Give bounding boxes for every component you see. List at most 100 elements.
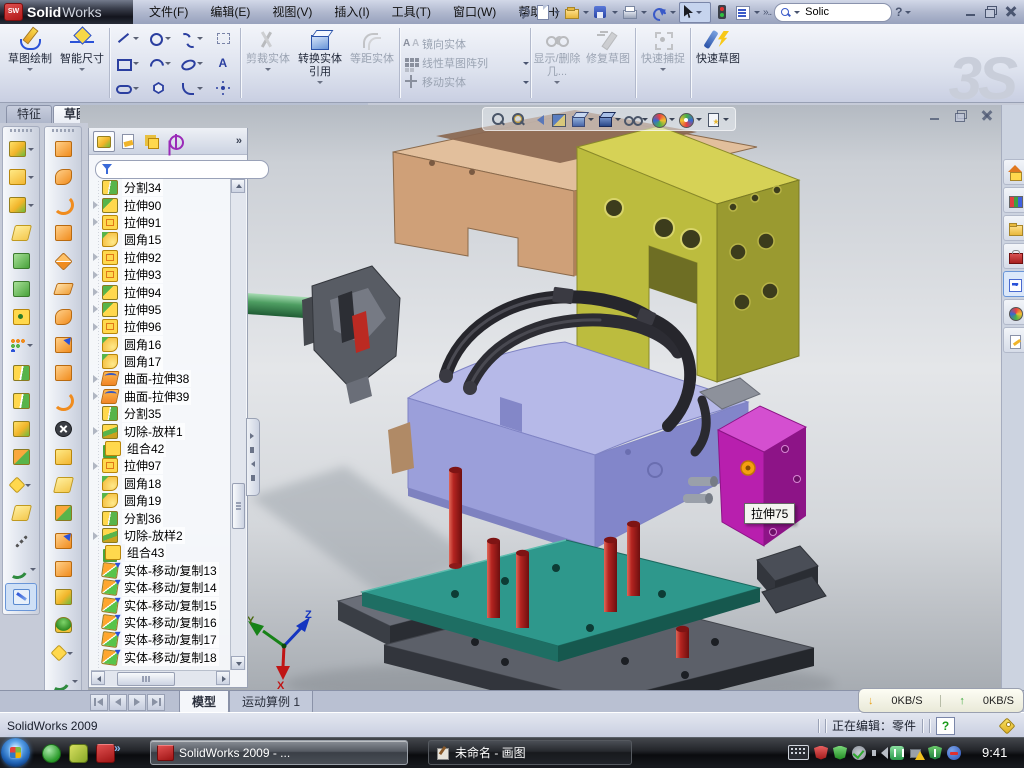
tag-icon[interactable] — [999, 718, 1014, 733]
new-document-icon[interactable] — [534, 4, 551, 20]
repair-sketch-button[interactable]: 修复草图 — [582, 24, 634, 102]
sketch-entity-button[interactable] — [175, 26, 207, 51]
feature-tool-button[interactable] — [5, 359, 37, 387]
tree-vertical-scrollbar[interactable] — [230, 179, 246, 670]
doc-minimize-button[interactable] — [926, 108, 944, 123]
shield-green-icon[interactable] — [833, 746, 847, 760]
first-tab-icon[interactable] — [90, 694, 108, 711]
feature-tool-button[interactable] — [5, 443, 37, 471]
tree-horizontal-scrollbar[interactable] — [91, 670, 230, 686]
tree-item[interactable]: 拉伸96 — [91, 318, 231, 335]
next-tab-icon[interactable] — [128, 694, 146, 711]
tool-dropdown-icon[interactable] — [67, 652, 73, 655]
chevron-right-icon[interactable]: » — [236, 135, 243, 147]
tree-item[interactable]: 圆角16 — [91, 336, 231, 353]
task-pane-tab[interactable] — [1003, 327, 1024, 353]
open-icon[interactable] — [563, 4, 580, 20]
sketch-entity-button[interactable] — [143, 76, 175, 101]
menu-item[interactable]: 工具(T) — [381, 0, 442, 24]
study-tab[interactable]: 模型 — [179, 691, 229, 714]
entity-dropdown-icon[interactable] — [165, 37, 171, 40]
menu-item[interactable]: 插入(I) — [323, 0, 380, 24]
view-tool-dropdown-icon[interactable] — [588, 118, 594, 121]
tree-item[interactable]: 曲面-拉伸39 — [91, 388, 231, 405]
mirror-entities-button[interactable]: 镜向实体 — [401, 36, 529, 52]
surface-tool-button[interactable] — [47, 527, 79, 555]
tree-item[interactable]: 拉伸90 — [91, 196, 231, 213]
surface-tool-button[interactable] — [47, 415, 79, 443]
smart-dimension-dropdown-icon[interactable] — [79, 68, 85, 71]
search-dropdown-icon[interactable] — [794, 11, 800, 14]
tree-item[interactable]: 实体-移动/复制13 — [91, 562, 231, 579]
feature-tool-button[interactable] — [5, 415, 37, 443]
tool-dropdown-icon[interactable] — [72, 680, 78, 683]
sketch-entity-button[interactable] — [175, 51, 207, 76]
move-entities-button[interactable]: 移动实体 — [401, 74, 529, 90]
view-tool-button[interactable] — [623, 111, 648, 128]
feature-tool-button[interactable] — [5, 303, 37, 331]
restore-button[interactable] — [982, 4, 1000, 19]
feature-tool-button[interactable] — [5, 163, 37, 191]
tool-dropdown-icon[interactable] — [27, 344, 33, 347]
expand-arrow-icon[interactable] — [92, 462, 101, 470]
last-tab-icon[interactable] — [147, 694, 165, 711]
messenger-icon[interactable] — [42, 744, 61, 763]
task-pane-tab[interactable] — [1003, 215, 1024, 241]
quick-launch-chevron[interactable]: » — [114, 741, 121, 755]
expand-arrow-icon[interactable] — [92, 253, 101, 261]
usb-device-icon[interactable] — [890, 746, 904, 760]
configurationmanager-icon[interactable] — [141, 131, 163, 152]
shield-plus-icon[interactable] — [928, 746, 942, 760]
display-delete-relations-button[interactable]: 显示/删除几... — [532, 24, 582, 102]
propertymanager-icon[interactable] — [117, 131, 139, 152]
volume-icon[interactable] — [871, 746, 885, 760]
tree-item[interactable]: 圆角17 — [91, 353, 231, 370]
previous-tab-icon[interactable] — [109, 694, 127, 711]
view-tool-dropdown-icon[interactable] — [669, 118, 675, 121]
scroll-right-icon[interactable] — [216, 671, 230, 685]
status-busy-icon[interactable] — [947, 746, 961, 760]
feature-tool-button[interactable] — [5, 583, 37, 611]
view-tool-button[interactable] — [596, 111, 621, 128]
tree-item[interactable]: 切除-放样1 — [91, 422, 231, 439]
save-icon[interactable] — [592, 4, 609, 20]
surface-tool-button[interactable] — [47, 135, 79, 163]
tool-dropdown-icon[interactable] — [28, 148, 34, 151]
search-box[interactable] — [774, 3, 892, 22]
network-speed-widget[interactable]: ↓ 0KB/S ↑ 0KB/S — [858, 688, 1024, 713]
expand-arrow-icon[interactable] — [92, 201, 101, 209]
task-pane-tab[interactable] — [1003, 299, 1024, 325]
trim-entities-button[interactable]: 剪裁实体 — [242, 24, 294, 102]
surface-tool-button[interactable] — [47, 499, 79, 527]
scroll-up-icon[interactable] — [231, 179, 245, 193]
sketch-entity-button[interactable] — [111, 76, 143, 101]
scrollbar-thumb[interactable] — [232, 483, 245, 529]
feature-tool-button[interactable] — [5, 219, 37, 247]
tree-item[interactable]: 拉伸93 — [91, 266, 231, 283]
pin-icon[interactable] — [514, 4, 531, 20]
doc-close-button[interactable] — [978, 108, 996, 123]
study-tab[interactable]: 运动算例 1 — [229, 691, 313, 714]
entity-dropdown-icon[interactable] — [133, 87, 139, 90]
entity-dropdown-icon[interactable] — [197, 87, 203, 90]
sketch-button[interactable]: 草图绘制 — [4, 24, 56, 102]
feature-tool-button[interactable] — [5, 135, 37, 163]
expand-arrow-icon[interactable] — [92, 427, 101, 435]
sketch-entity-button[interactable] — [175, 76, 207, 101]
task-pane-tab[interactable] — [1003, 159, 1024, 185]
surface-tool-button[interactable] — [47, 219, 79, 247]
scroll-left-icon[interactable] — [91, 671, 105, 685]
tree-item[interactable]: 圆角19 — [91, 492, 231, 509]
menu-item[interactable]: 窗口(W) — [442, 0, 507, 24]
feature-tool-button[interactable] — [5, 331, 37, 359]
sketch-entity-button[interactable] — [207, 51, 239, 76]
convert-entities-button[interactable]: 转换实体引用 — [294, 24, 346, 102]
view-tool-dropdown-icon[interactable] — [615, 118, 621, 121]
start-button[interactable] — [1, 738, 30, 767]
expand-arrow-icon[interactable] — [92, 392, 101, 400]
sketch-entity-button[interactable] — [111, 26, 143, 51]
panel-splitter-handle[interactable] — [246, 418, 260, 496]
linear-pattern-button[interactable]: 线性草图阵列 — [401, 55, 529, 71]
tree-filter-input[interactable] — [116, 162, 262, 176]
tree-item[interactable]: 实体-移动/复制14 — [91, 579, 231, 596]
